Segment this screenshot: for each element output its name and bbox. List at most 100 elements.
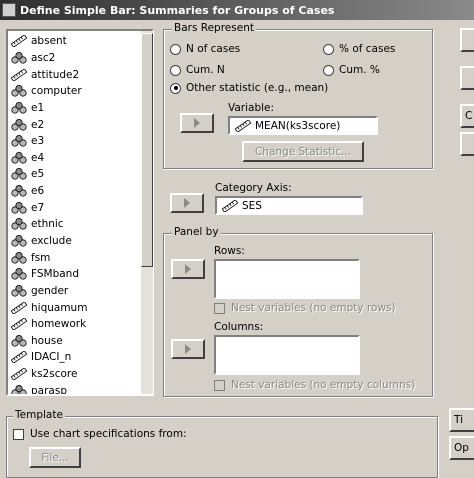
right-button-1[interactable] [460,28,474,52]
nominal-icon [11,235,27,247]
radio-n-of-cases-dot[interactable] [170,43,181,55]
list-item[interactable]: e7 [10,199,152,216]
list-item[interactable]: e5 [10,166,152,183]
columns-move-button[interactable] [171,339,205,359]
rows-field[interactable] [214,259,360,299]
nominal-icon [11,268,27,280]
change-statistic-label: Change Statistic... [254,145,352,158]
nominal-icon [11,334,27,347]
variable-list-scrollbar[interactable] [141,31,153,394]
columns-field[interactable] [214,335,360,375]
right-button-4[interactable] [460,132,474,156]
radio-other-statistic[interactable]: Other statistic (e.g., mean) [170,82,328,94]
list-item[interactable]: attitude2 [10,66,152,83]
list-item[interactable]: gender [10,283,152,300]
list-item[interactable]: hiquamum [10,299,152,316]
variable-move-button[interactable] [180,113,214,133]
list-item[interactable]: IDACI_n [10,349,152,366]
radio-cum-n-label: Cum. N [186,64,225,76]
radio-other-statistic-dot[interactable] [170,82,181,94]
variable-name: e1 [31,101,45,114]
variable-name: e2 [31,118,45,131]
radio-cum-n[interactable]: Cum. N [170,64,225,76]
radio-n-of-cases[interactable]: N of cases [170,43,240,55]
list-item[interactable]: asc2 [10,50,152,67]
right-button-3[interactable]: C [460,104,474,128]
rows-label: Rows: [214,245,245,257]
nominal-icon [11,118,27,131]
list-item[interactable]: e1 [10,100,152,117]
right-button-2[interactable] [460,66,474,90]
list-item[interactable]: e4 [10,149,152,166]
list-item[interactable]: e3 [10,133,152,150]
nominal-icon [11,384,27,394]
nominal-icon [11,135,27,147]
arrow-right-icon [194,118,200,128]
list-item[interactable]: e2 [10,116,152,133]
right-button-options-label: Op [454,442,469,454]
nominal-icon [11,251,27,264]
nominal-icon [11,151,27,164]
rows-nest-checkbox-row[interactable]: Nest variables (no empty rows) [214,302,396,314]
variable-name: attitude2 [31,68,80,81]
use-chart-spec-label: Use chart specifications from: [30,428,187,440]
variable-name: house [31,334,63,347]
list-item[interactable]: computer [10,83,152,100]
radio-pct-of-cases[interactable]: % of cases [323,43,395,55]
radio-cum-pct-label: Cum. % [339,64,380,76]
radio-cum-n-dot[interactable] [170,64,181,76]
variable-name: e5 [31,168,45,181]
list-item[interactable]: homework [10,316,152,333]
arrow-right-icon [185,264,191,274]
category-axis-move-button[interactable] [170,193,204,213]
change-statistic-button[interactable]: Change Statistic... [242,141,364,162]
list-item[interactable]: ethnic [10,216,152,233]
radio-cum-pct-dot[interactable] [323,64,334,76]
nominal-icon [11,284,27,297]
use-chart-spec-checkbox[interactable] [13,428,24,440]
file-button[interactable]: File... [29,447,81,468]
nominal-icon [11,185,27,197]
radio-n-of-cases-label: N of cases [186,43,241,55]
variable-name: e7 [31,201,45,214]
variable-field[interactable]: MEAN(ks3score) [228,116,378,135]
scale-icon [10,35,28,48]
list-item[interactable]: fsm [10,249,152,266]
list-item[interactable]: house [10,333,152,350]
list-item[interactable]: FSMband [10,266,152,283]
variable-name: absent [31,35,67,48]
columns-nest-checkbox[interactable] [214,379,225,391]
variable-name: e3 [31,135,45,148]
category-axis-field[interactable]: SES [215,196,363,215]
list-item[interactable]: e6 [10,183,152,200]
right-button-titles[interactable]: Ti [449,408,474,432]
list-item[interactable]: ks2score [10,366,152,383]
radio-cum-pct[interactable]: Cum. % [323,64,380,76]
list-item[interactable]: absent [10,33,152,50]
variable-name: e6 [31,185,45,198]
columns-nest-checkbox-row[interactable]: Nest variables (no empty columns) [214,379,415,391]
category-axis-label: Category Axis: [215,182,292,194]
scale-icon [10,368,28,381]
variable-name: computer [31,85,82,98]
radio-pct-of-cases-label: % of cases [339,43,396,55]
variable-name: exclude [31,235,72,247]
category-axis-value: SES [242,199,262,212]
variable-list[interactable]: absent asc2 attitude2 computer e1 e2 e3 e4 e5 e6 e… [6,29,154,396]
nominal-icon [11,218,27,230]
variable-name: IDACI_n [31,351,72,364]
nominal-icon [11,85,27,97]
list-item[interactable]: exclude [10,233,152,250]
radio-pct-of-cases-dot[interactable] [323,43,334,55]
scale-icon [10,68,28,81]
nominal-icon [11,201,27,214]
scrollbar-thumb[interactable] [141,33,153,267]
title-bar[interactable]: Define Simple Bar: Summaries for Groups … [0,0,474,20]
use-chart-spec-row[interactable]: Use chart specifications from: [13,428,187,440]
list-item[interactable]: parasp [10,382,152,394]
rows-move-button[interactable] [171,259,205,279]
right-button-options[interactable]: Op [449,436,474,460]
variable-name: ks2score [31,368,78,381]
rows-nest-checkbox[interactable] [214,302,225,314]
panel-by-legend: Panel by [172,226,221,238]
